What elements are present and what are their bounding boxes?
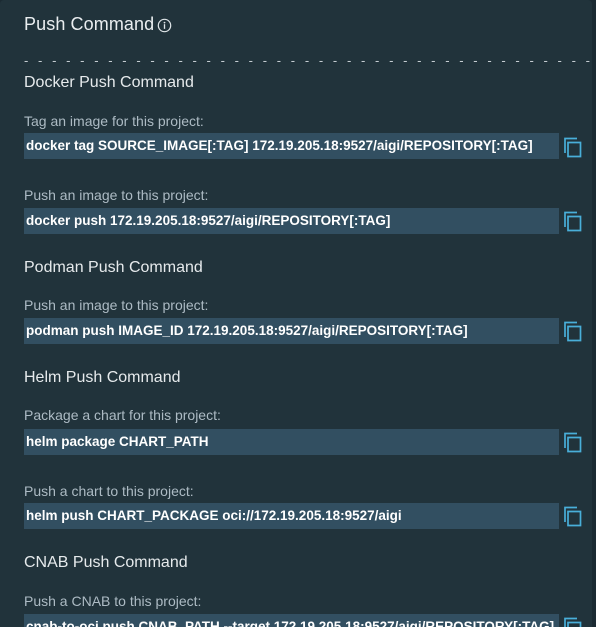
copy-helm-push-button[interactable] [563,504,583,528]
helm-push-command[interactable]: helm push CHART_PACKAGE oci://172.19.205… [24,503,559,529]
header-divider: - - - - - - - - - - - - - - - - - - - - … [24,53,592,68]
push-command-panel: Push Command - - - - - - - - - - - - - -… [0,0,592,627]
cnab-push-command-box[interactable]: cnab-to-oci push CNAB_PATH --target 172.… [24,614,559,627]
helm-section-title: Helm Push Command [24,369,181,386]
helm-package-command[interactable]: helm package CHART_PATH [24,429,559,455]
copy-icon [564,432,582,453]
docker-tag-command[interactable]: docker tag SOURCE_IMAGE[:TAG] 172.19.205… [24,133,559,159]
docker-section-title: Docker Push Command [24,74,194,91]
docker-push-label: Push an image to this project: [24,187,209,203]
copy-podman-push-button[interactable] [563,319,583,343]
copy-icon [564,506,582,527]
helm-push-command-box[interactable]: helm push CHART_PACKAGE oci://172.19.205… [24,503,559,529]
copy-icon [564,137,582,158]
docker-tag-label: Tag an image for this project: [24,113,204,129]
copy-docker-push-button[interactable] [563,209,583,233]
push-command-header: Push Command [24,14,172,35]
copy-icon [564,321,582,342]
cnab-push-label: Push a CNAB to this project: [24,593,202,609]
podman-section-title: Podman Push Command [24,259,203,276]
podman-push-command[interactable]: podman push IMAGE_ID 172.19.205.18:9527/… [24,318,559,344]
copy-docker-tag-button[interactable] [563,135,583,159]
helm-package-command-box[interactable]: helm package CHART_PATH [24,429,559,455]
copy-icon [564,211,582,232]
podman-push-label: Push an image to this project: [24,297,209,313]
docker-push-command-box[interactable]: docker push 172.19.205.18:9527/aigi/REPO… [24,208,559,234]
cnab-section-title: CNAB Push Command [24,554,188,571]
docker-tag-command-box[interactable]: docker tag SOURCE_IMAGE[:TAG] 172.19.205… [24,133,559,159]
copy-cnab-push-button[interactable] [563,615,583,627]
docker-push-command[interactable]: docker push 172.19.205.18:9527/aigi/REPO… [24,208,559,234]
copy-icon [564,617,582,627]
copy-helm-package-button[interactable] [563,430,583,454]
podman-push-command-box[interactable]: podman push IMAGE_ID 172.19.205.18:9527/… [24,318,559,344]
helm-push-label: Push a chart to this project: [24,483,194,499]
info-circle-icon[interactable] [157,18,172,33]
panel-title: Push Command [24,14,155,34]
cnab-push-command[interactable]: cnab-to-oci push CNAB_PATH --target 172.… [24,614,559,627]
helm-package-label: Package a chart for this project: [24,407,221,423]
